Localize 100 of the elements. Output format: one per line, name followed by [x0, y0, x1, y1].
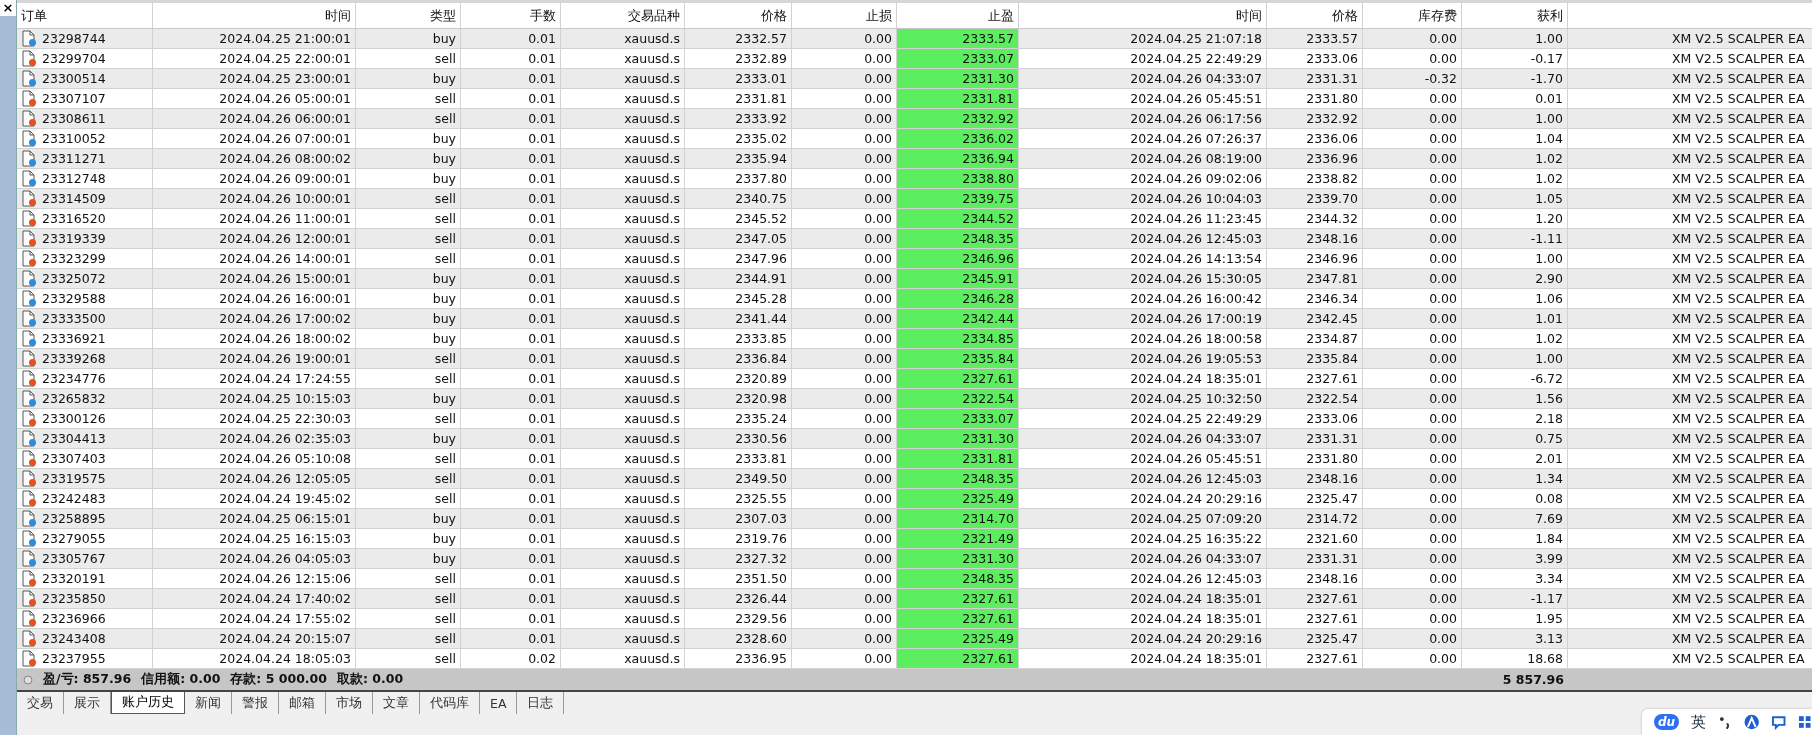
table-cell: 0.00 — [1363, 549, 1462, 568]
punctuation-icon[interactable] — [1718, 715, 1732, 729]
table-cell: 2345.28 — [685, 289, 792, 308]
table-cell: 2329.56 — [685, 609, 792, 628]
grid-icon[interactable] — [1798, 715, 1812, 729]
table-cell: 2332.92 — [897, 109, 1019, 128]
table-cell: 2325.49 — [897, 489, 1019, 508]
column-header[interactable]: 价格 — [1267, 3, 1363, 28]
tab[interactable]: EA — [480, 692, 518, 714]
table-cell: 0.00 — [1363, 169, 1462, 188]
table-cell: xauusd.s — [561, 189, 685, 208]
table-cell: 2344.32 — [1267, 209, 1363, 228]
table-cell: 2314.72 — [1267, 509, 1363, 528]
column-header[interactable]: 订单 — [17, 3, 153, 28]
table-cell-text: XM V2.5 SCALPER EA — [1672, 30, 1805, 48]
table-cell: 0.01 — [461, 89, 561, 108]
column-header[interactable]: 手数 — [461, 3, 561, 28]
table-cell: 2024.04.24 20:29:16 — [1019, 489, 1267, 508]
table-cell: 2336.96 — [1267, 149, 1363, 168]
column-header[interactable]: 时间 — [153, 3, 356, 28]
table-cell: -0.17 — [1462, 49, 1568, 68]
table-cell-text: 23311271 — [42, 150, 106, 168]
tab[interactable]: 账户历史 — [111, 692, 185, 714]
table-cell-text: XM V2.5 SCALPER EA — [1672, 390, 1805, 408]
tab[interactable]: 市场 — [326, 692, 373, 714]
table-cell: 2322.54 — [897, 389, 1019, 408]
table-cell: 0.01 — [461, 129, 561, 148]
column-header[interactable]: 止损 — [792, 3, 897, 28]
table-cell: 2024.04.26 04:33:07 — [1019, 429, 1267, 448]
tab[interactable]: 代码库 — [420, 692, 480, 714]
table-cell: 0.01 — [461, 489, 561, 508]
close-button[interactable]: × — [0, 0, 16, 16]
table-cell: 2333.01 — [685, 69, 792, 88]
tab[interactable]: 文章 — [373, 692, 420, 714]
column-header[interactable]: 类型 — [356, 3, 461, 28]
tab[interactable]: 新闻 — [185, 692, 232, 714]
table-cell: 7.69 — [1462, 509, 1568, 528]
table-cell: sell — [356, 189, 461, 208]
table-cell: 0.08 — [1462, 489, 1568, 508]
table-cell-text: XM V2.5 SCALPER EA — [1672, 210, 1805, 228]
table-cell: 2330.56 — [685, 429, 792, 448]
language-toggle[interactable]: 英 — [1691, 712, 1707, 732]
table-cell: 2024.04.26 19:05:53 — [1019, 349, 1267, 368]
table-cell: 2332.89 — [685, 49, 792, 68]
table-cell: 0.00 — [1363, 509, 1462, 528]
table-cell: 2321.49 — [897, 529, 1019, 548]
table-cell: xauusd.s — [561, 129, 685, 148]
table-cell: 1.34 — [1462, 469, 1568, 488]
tab[interactable]: 交易 — [17, 692, 64, 714]
table-cell: 2024.04.26 11:00:01 — [153, 209, 356, 228]
table-cell-text: 23323299 — [42, 250, 106, 268]
column-header[interactable]: 交易品种 — [561, 3, 685, 28]
table-cell-text: XM V2.5 SCALPER EA — [1672, 110, 1805, 128]
table-cell-text: XM V2.5 SCALPER EA — [1672, 70, 1805, 88]
tab[interactable]: 邮箱 — [279, 692, 326, 714]
table-cell: 2348.16 — [1267, 229, 1363, 248]
table-cell: 0.01 — [461, 109, 561, 128]
table-cell: -1.70 — [1462, 69, 1568, 88]
table-cell: 2319.76 — [685, 529, 792, 548]
table-cell: 2024.04.24 17:24:55 — [153, 369, 356, 388]
table-cell: 2024.04.26 05:00:01 — [153, 89, 356, 108]
table-cell: 2331.30 — [897, 549, 1019, 568]
table-cell: buy — [356, 509, 461, 528]
chat-icon[interactable] — [1771, 714, 1787, 730]
table-cell-text: XM V2.5 SCALPER EA — [1672, 530, 1805, 548]
table-cell: xauusd.s — [561, 529, 685, 548]
column-header[interactable]: 库存费 — [1363, 3, 1462, 28]
table-cell: sell — [356, 49, 461, 68]
column-header[interactable]: 获利 — [1462, 3, 1568, 28]
table-cell: buy — [356, 549, 461, 568]
ime-logo[interactable]: du — [1654, 714, 1680, 730]
table-cell-text: 23319575 — [42, 470, 106, 488]
table-cell: 2349.50 — [685, 469, 792, 488]
column-header[interactable]: 价格 — [685, 3, 792, 28]
table-cell: 0.01 — [461, 369, 561, 388]
table-cell-text: XM V2.5 SCALPER EA — [1672, 590, 1805, 608]
table-cell: sell — [356, 449, 461, 468]
table-cell: 0.00 — [1363, 209, 1462, 228]
table-cell: 2024.04.26 04:33:07 — [1019, 69, 1267, 88]
table-cell: buy — [356, 309, 461, 328]
table-cell: sell — [356, 489, 461, 508]
column-header[interactable]: 止盈 — [897, 3, 1019, 28]
table-cell: 0.01 — [461, 389, 561, 408]
column-header[interactable]: 时间 — [1019, 3, 1267, 28]
table-cell: -1.11 — [1462, 229, 1568, 248]
table-cell: xauusd.s — [561, 429, 685, 448]
tab[interactable]: 日志 — [517, 692, 565, 714]
table-cell: 2338.80 — [897, 169, 1019, 188]
tab[interactable]: 警报 — [232, 692, 279, 714]
table-cell: buy — [356, 329, 461, 348]
table-cell-text: 23305767 — [42, 550, 106, 568]
table-cell: 2333.81 — [685, 449, 792, 468]
table-cell: 2325.55 — [685, 489, 792, 508]
table-cell: 2345.52 — [685, 209, 792, 228]
table-cell-text: XM V2.5 SCALPER EA — [1672, 630, 1805, 648]
table-cell: 2.01 — [1462, 449, 1568, 468]
table-cell-text: 23314509 — [42, 190, 106, 208]
table-cell: 2331.31 — [1267, 549, 1363, 568]
table-cell-text: 23310052 — [42, 130, 106, 148]
table-cell: sell — [356, 229, 461, 248]
